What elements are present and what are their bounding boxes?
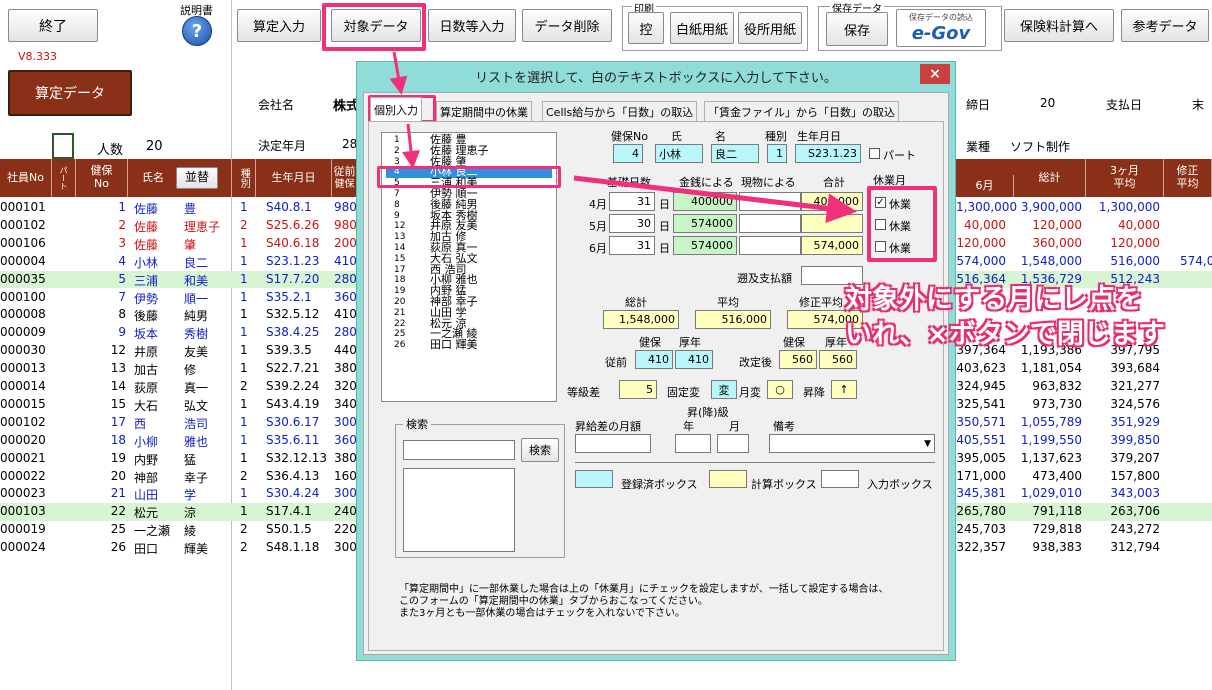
arrow-to-list-item (402, 123, 420, 169)
annotation-line-2: いれ、×ボタンで閉じます (845, 319, 1165, 350)
arrow-to-tab (389, 51, 408, 95)
arrow-to-leave-month (573, 175, 857, 224)
annotation-line-1: 対象外にする月にレ点を (845, 284, 1143, 315)
tab-individual-input[interactable]: 個別入力 (370, 97, 422, 121)
